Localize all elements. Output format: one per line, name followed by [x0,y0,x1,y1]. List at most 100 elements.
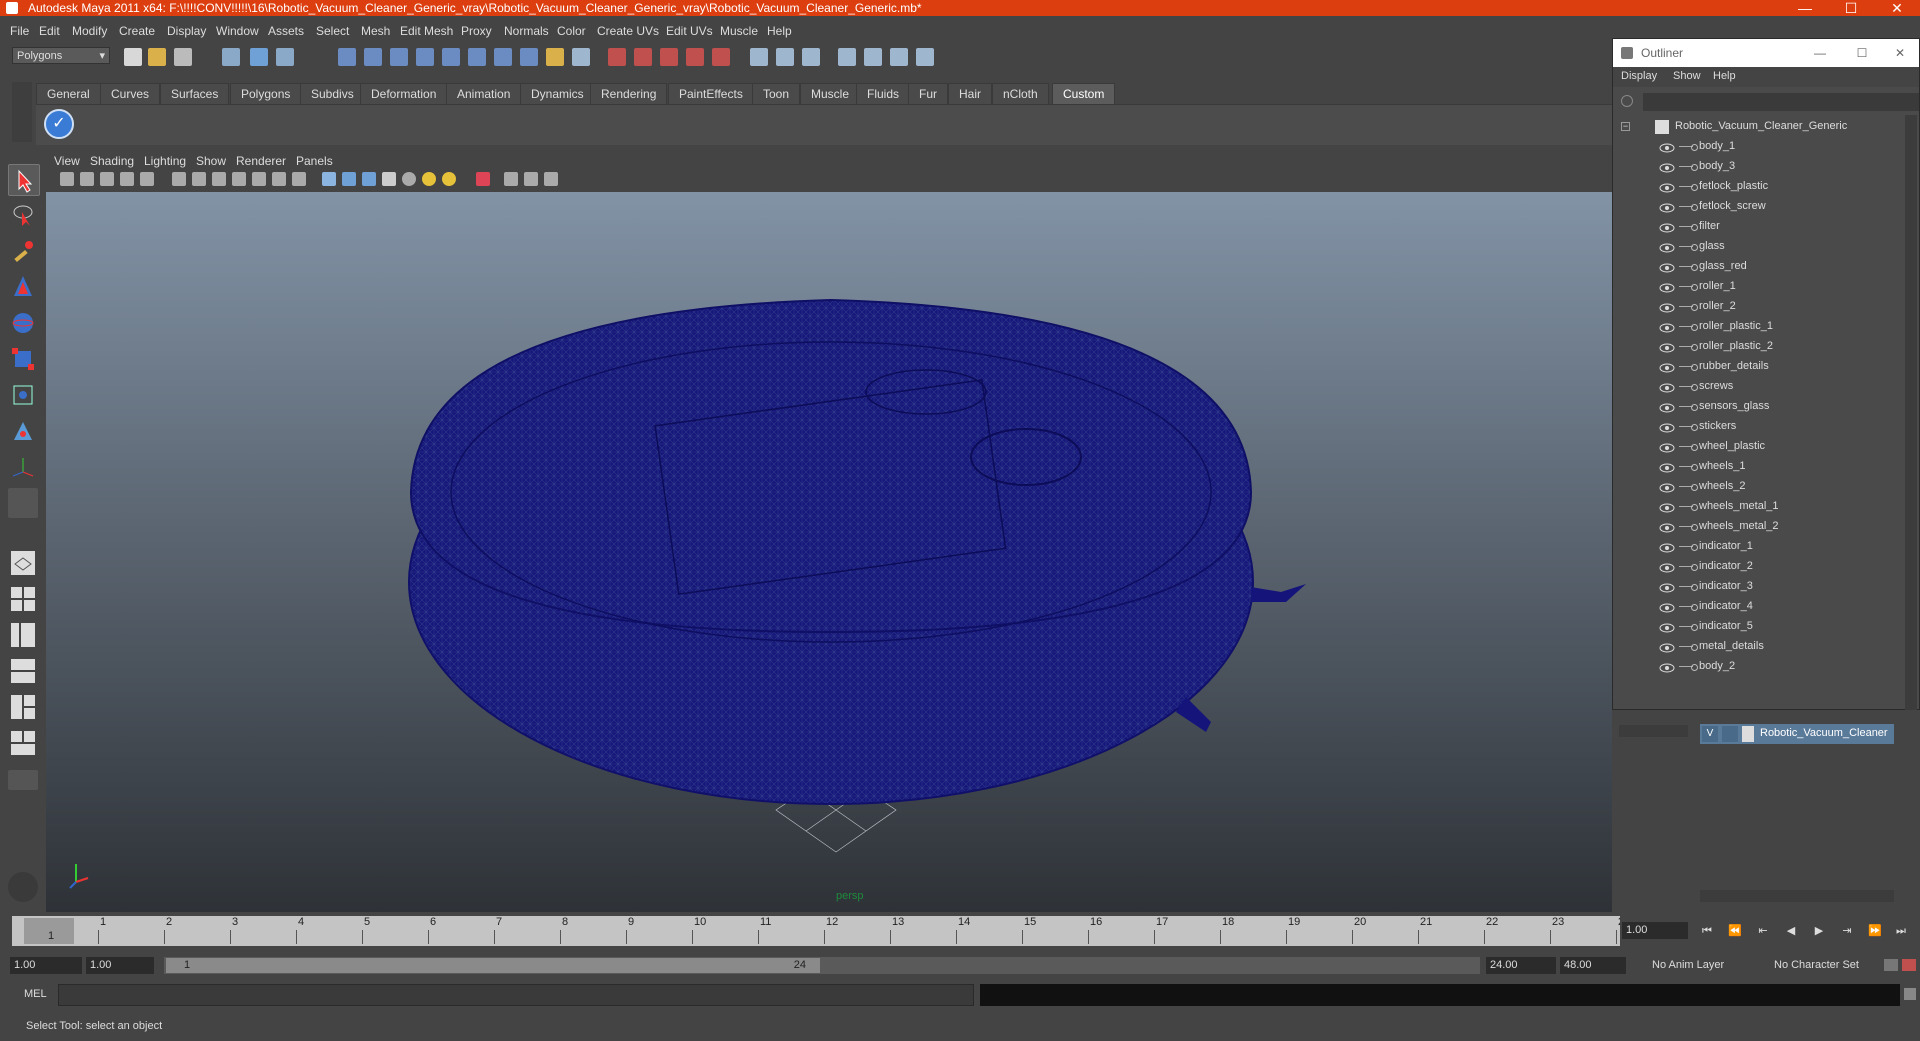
textured-icon[interactable] [382,172,396,186]
default-lighting-icon[interactable] [402,172,416,186]
select-tool-icon[interactable] [8,164,40,196]
layout-persp-outliner-icon[interactable] [890,48,908,66]
hypershade-icon[interactable] [686,48,704,66]
viewport-menu-view[interactable]: View [54,154,80,168]
render-frame-icon[interactable] [608,48,626,66]
layer-editor-scrollbar[interactable] [1700,890,1894,902]
move-tool-icon[interactable] [8,272,38,302]
outliner-maximize-button[interactable]: ☐ [1845,39,1879,67]
show-manip-icon[interactable] [8,452,38,482]
wireframe-icon[interactable] [322,172,336,186]
layer-visibility-toggle[interactable]: V [1702,726,1718,742]
command-language-label[interactable]: MEL [24,988,47,1000]
menu-window[interactable]: Window [216,24,259,38]
close-button[interactable]: ✕ [1874,0,1920,16]
open-scene-icon[interactable] [148,48,166,66]
outliner-item[interactable]: body_3 [1613,157,1905,177]
layout-single-icon[interactable] [838,48,856,66]
new-scene-icon[interactable] [124,48,142,66]
tab-hair[interactable]: Hair [948,83,993,104]
character-set-dropdown[interactable]: No Character Set [1770,957,1880,974]
grease-pencil-icon[interactable] [140,172,154,186]
go-to-start-icon[interactable]: ⏮ [1700,925,1714,937]
perspective-viewport[interactable]: persp [46,192,1612,912]
menu-edit-mesh[interactable]: Edit Mesh [400,24,453,38]
render-settings-icon[interactable] [660,48,678,66]
outliner-item[interactable]: indicator_2 [1613,557,1905,577]
menu-set-dropdown[interactable]: Polygons ▾ [12,47,110,64]
menu-mesh[interactable]: Mesh [361,24,390,38]
rotate-tool-icon[interactable] [8,308,38,338]
viewport-menu-lighting[interactable]: Lighting [144,154,186,168]
outliner-menu-show[interactable]: Show [1673,70,1701,82]
soft-mod-tool-icon[interactable] [8,416,38,446]
outliner-item[interactable]: wheels_2 [1613,477,1905,497]
channel-box-icon[interactable] [802,48,820,66]
resolution-gate-icon[interactable] [212,172,226,186]
layout-persp-graph-icon[interactable] [916,48,934,66]
layout-single-pane-icon[interactable] [8,548,38,578]
current-time-field[interactable]: 1.00 [1622,922,1688,939]
maximize-button[interactable]: ☐ [1828,0,1874,16]
outliner-item[interactable]: indicator_5 [1613,617,1905,637]
tab-animation[interactable]: Animation [446,83,522,104]
shelf-options-handle[interactable] [12,82,32,142]
safe-action-icon[interactable] [272,172,286,186]
menu-normals[interactable]: Normals [504,24,549,38]
save-scene-icon[interactable] [174,48,192,66]
outliner-close-button[interactable]: ✕ [1883,39,1917,67]
scale-tool-icon[interactable] [8,344,38,374]
step-forward-key-icon[interactable]: ⇥ [1840,925,1854,937]
playback-start-field[interactable]: 1.00 [86,957,154,974]
render-view-icon[interactable] [712,48,730,66]
lock-icon[interactable] [546,48,564,66]
minimize-button[interactable]: — [1782,0,1828,16]
tab-general[interactable]: General [36,83,101,104]
camera-attributes-icon[interactable] [80,172,94,186]
gate-mask-icon[interactable] [232,172,246,186]
muscle-icon[interactable] [8,872,38,902]
help-question-icon[interactable] [520,48,538,66]
menu-create-uvs[interactable]: Create UVs [597,24,659,38]
outliner-item[interactable]: indicator_4 [1613,597,1905,617]
smooth-shade-icon[interactable] [342,172,356,186]
tab-painteffects[interactable]: PaintEffects [668,83,754,104]
select-component-icon[interactable] [276,48,294,66]
outliner-item[interactable]: indicator_3 [1613,577,1905,597]
step-back-icon[interactable]: ⏪ [1728,925,1742,937]
xray-joints-icon[interactable] [524,172,538,186]
outliner-item[interactable]: wheels_metal_1 [1613,497,1905,517]
start-time-field[interactable]: 1.00 [10,957,82,974]
attribute-editor-icon[interactable] [750,48,768,66]
camera-icon[interactable] [60,172,74,186]
xray-icon[interactable] [504,172,518,186]
last-tool-icon[interactable] [8,488,38,518]
universal-manip-icon[interactable] [8,380,38,410]
outliner-root-row[interactable]: − Robotic_Vacuum_Cleaner_Generic [1613,117,1905,137]
select-highlight-icon[interactable] [572,48,590,66]
menu-assets[interactable]: Assets [268,24,304,38]
grid-icon[interactable] [172,172,186,186]
menu-muscle[interactable]: Muscle [720,24,758,38]
anim-layer-dropdown[interactable]: No Anim Layer [1648,957,1756,974]
tab-muscle[interactable]: Muscle [800,83,861,104]
outliner-item[interactable]: body_1 [1613,137,1905,157]
menu-help[interactable]: Help [767,24,792,38]
viewport-menu-shading[interactable]: Shading [90,154,134,168]
tab-fur[interactable]: Fur [908,83,948,104]
tab-deformation[interactable]: Deformation [360,83,448,104]
outliner-menu-display[interactable]: Display [1621,70,1657,82]
outliner-item[interactable]: roller_plastic_1 [1613,317,1905,337]
tab-custom[interactable]: Custom [1052,83,1116,104]
custom-tool-icon[interactable]: ✓ [44,109,74,139]
layer-type-toggle[interactable] [1722,726,1738,742]
viewport-menu-show[interactable]: Show [196,154,226,168]
command-input[interactable] [58,984,974,1006]
layout-persp-outliner-pane-icon[interactable] [8,620,38,650]
menu-create[interactable]: Create [119,24,155,38]
outliner-titlebar[interactable]: Outliner — ☐ ✕ [1613,39,1919,67]
xray-components-icon[interactable] [544,172,558,186]
isolate-select-icon[interactable] [476,172,490,186]
tool-settings-icon[interactable] [776,48,794,66]
image-plane-icon[interactable] [120,172,134,186]
